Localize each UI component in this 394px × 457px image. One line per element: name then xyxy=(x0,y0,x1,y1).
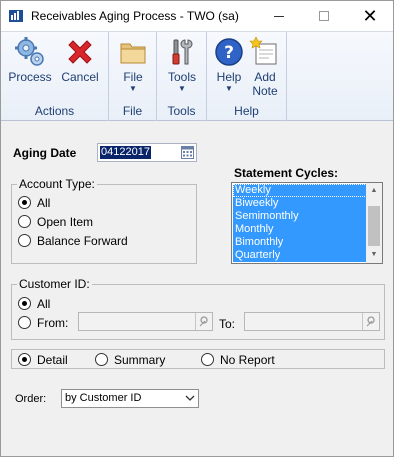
scroll-down-icon[interactable]: ▼ xyxy=(366,247,382,263)
add-note-icon xyxy=(249,36,281,68)
radio-icon xyxy=(18,215,31,228)
chevron-down-icon xyxy=(185,390,195,413)
help-label: Help xyxy=(216,70,242,84)
customer-from-field[interactable] xyxy=(78,312,213,331)
list-item[interactable]: Semimonthly xyxy=(233,210,367,223)
ribbon-group-label-help: Help xyxy=(234,104,259,118)
maximize-icon xyxy=(319,11,329,21)
list-item[interactable]: Quarterly xyxy=(233,249,367,262)
add-note-button[interactable]: Add Note xyxy=(247,36,283,98)
file-menu-button[interactable]: File ▼ xyxy=(115,36,151,94)
tools-icon xyxy=(166,36,198,68)
radio-selected-icon xyxy=(18,196,31,209)
customer-id-legend: Customer ID: xyxy=(17,277,92,291)
title-bar: Receivables Aging Process - TWO (sa) ✕ xyxy=(1,1,393,31)
ribbon-group-help: ? Help ▼ Add Note Help xyxy=(207,32,287,121)
close-button[interactable]: ✕ xyxy=(347,1,393,31)
calendar-icon[interactable] xyxy=(181,146,194,159)
customer-to-field[interactable] xyxy=(244,312,380,331)
statement-cycles-items: Weekly Biweekly Semimonthly Monthly Bimo… xyxy=(233,184,367,262)
minimize-button[interactable] xyxy=(255,1,301,31)
close-icon: ✕ xyxy=(362,6,378,26)
scroll-up-icon[interactable]: ▲ xyxy=(366,183,382,199)
order-value: by Customer ID xyxy=(65,392,142,404)
aging-date-label: Aging Date xyxy=(13,146,77,160)
radio-selected-icon xyxy=(18,297,31,310)
help-menu-button[interactable]: ? Help ▼ xyxy=(211,36,247,94)
order-label: Order: xyxy=(15,393,47,405)
account-type-legend: Account Type: xyxy=(17,177,97,191)
ribbon-group-actions: Process Cancel Actions xyxy=(1,32,109,121)
customer-to-label: To: xyxy=(219,317,236,331)
dynamics-app-icon xyxy=(9,10,23,22)
radio-selected-icon xyxy=(18,353,31,366)
chevron-down-icon: ▼ xyxy=(178,84,186,93)
chevron-down-icon: ▼ xyxy=(225,84,233,93)
ribbon-group-file: File ▼ File xyxy=(109,32,157,121)
scroll-thumb[interactable] xyxy=(368,206,380,246)
tools-label: Tools xyxy=(167,70,196,84)
maximize-button[interactable] xyxy=(301,1,347,31)
aging-date-value: 04122017 xyxy=(100,146,151,159)
process-button[interactable]: Process xyxy=(7,36,53,84)
help-icon: ? xyxy=(213,36,245,68)
list-item[interactable]: Bimonthly xyxy=(233,236,367,249)
statement-cycles-label: Statement Cycles: xyxy=(234,166,339,180)
window-title: Receivables Aging Process - TWO (sa) xyxy=(31,9,239,23)
radio-icon xyxy=(18,234,31,247)
tools-menu-button[interactable]: Tools ▼ xyxy=(163,36,201,94)
aging-date-field[interactable]: 04122017 xyxy=(97,143,197,162)
ribbon: Process Cancel Actions File ▼ File Tools… xyxy=(1,31,393,121)
ribbon-group-label-actions: Actions xyxy=(34,104,75,118)
radio-icon xyxy=(95,353,108,366)
add-note-label: Add Note xyxy=(252,70,278,98)
ribbon-group-label-tools: Tools xyxy=(167,104,196,118)
list-item[interactable]: Monthly xyxy=(233,223,367,236)
lookup-icon[interactable] xyxy=(195,313,212,330)
receivables-aging-window: Receivables Aging Process - TWO (sa) ✕ P… xyxy=(0,0,394,457)
radio-icon xyxy=(18,316,31,329)
file-label: File xyxy=(123,70,143,84)
minimize-icon xyxy=(274,16,284,17)
list-item[interactable]: Biweekly xyxy=(233,197,367,210)
statement-cycles-list[interactable]: Weekly Biweekly Semimonthly Monthly Bimo… xyxy=(231,182,383,264)
order-select[interactable]: by Customer ID xyxy=(61,389,199,408)
cancel-button[interactable]: Cancel xyxy=(57,36,103,84)
cancel-label: Cancel xyxy=(61,70,99,84)
folder-icon xyxy=(117,36,149,68)
scrollbar[interactable]: ▲ ▼ xyxy=(366,183,382,263)
aging-form: Aging Date 04122017 Account Type: All Op… xyxy=(1,122,393,456)
chevron-down-icon: ▼ xyxy=(129,84,137,93)
red-x-icon xyxy=(64,36,96,68)
ribbon-group-label-file: File xyxy=(122,104,143,118)
list-item[interactable]: Weekly xyxy=(233,184,367,197)
ribbon-group-tools: Tools ▼ Tools xyxy=(157,32,207,121)
svg-text:?: ? xyxy=(224,43,234,63)
process-label: Process xyxy=(8,70,52,84)
lookup-icon[interactable] xyxy=(362,313,379,330)
gears-icon xyxy=(14,36,46,68)
radio-icon xyxy=(201,353,214,366)
